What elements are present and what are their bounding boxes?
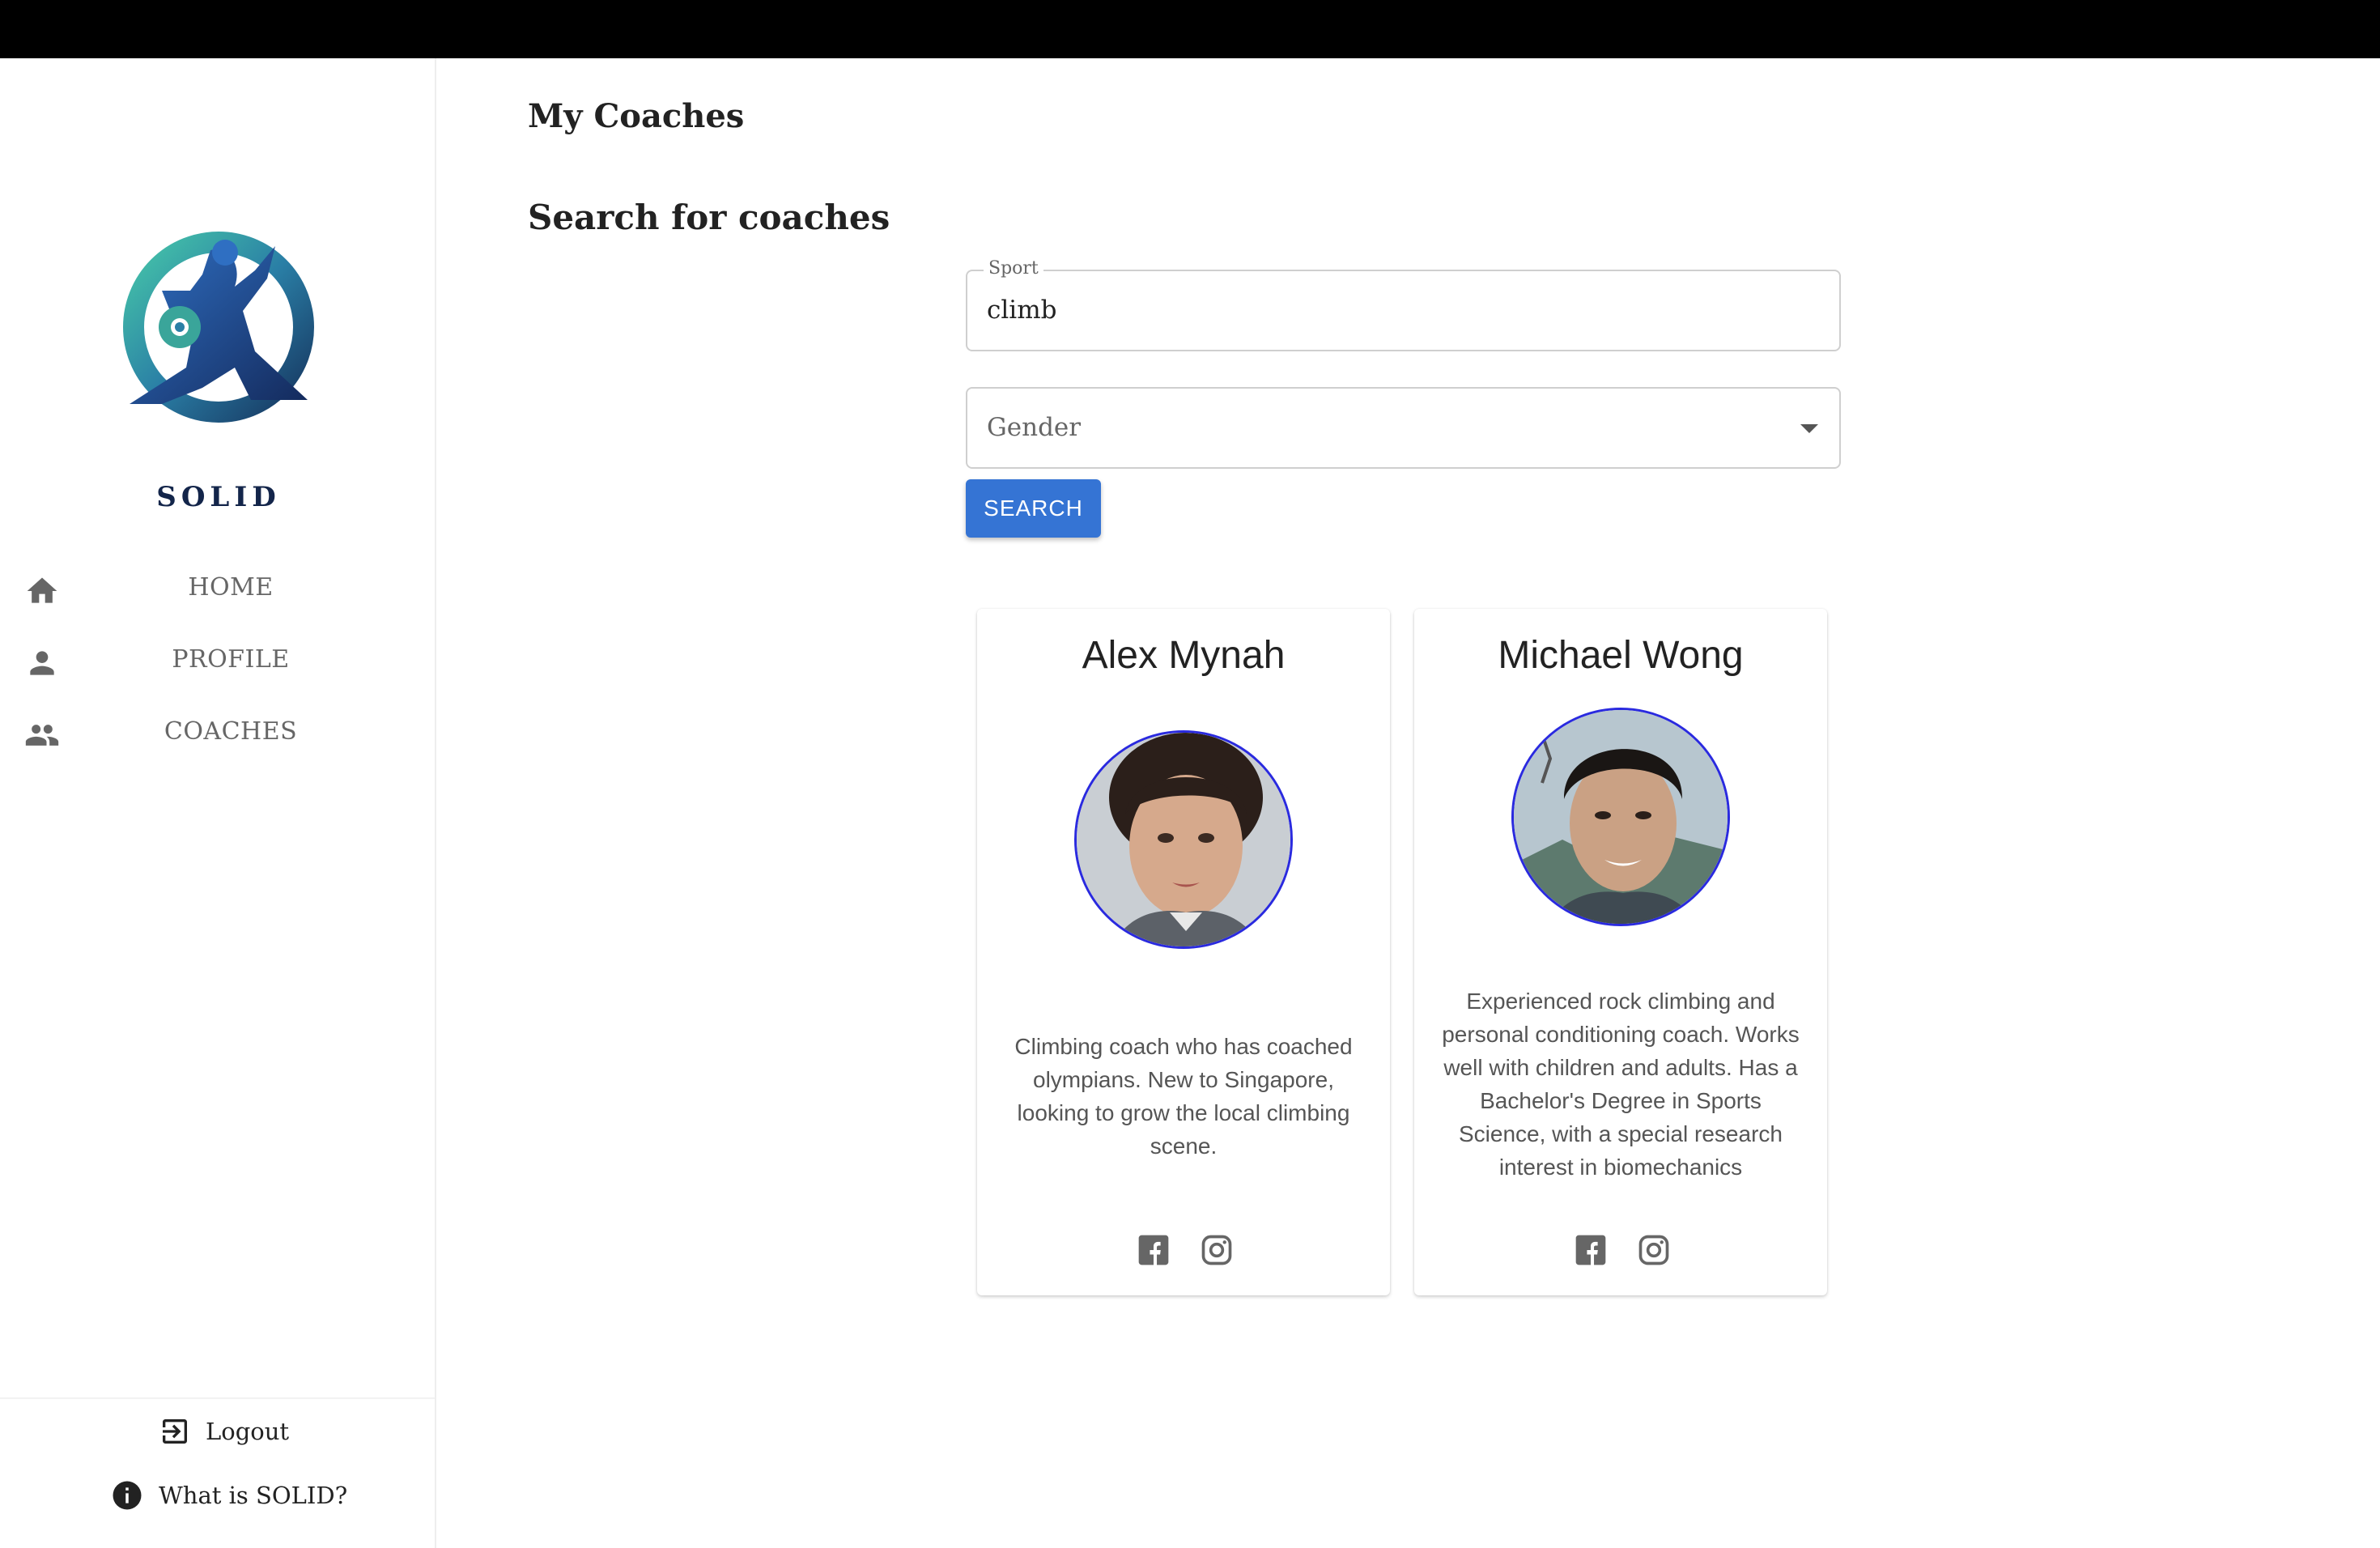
coach-avatar: [1511, 708, 1730, 926]
sidebar-item-label: PROFILE: [172, 645, 290, 674]
brand-name: SOLID: [156, 481, 281, 513]
sport-field-label: Sport: [984, 258, 1043, 279]
solid-logo: SOLID: [113, 214, 324, 521]
sidebar-item-home[interactable]: HOME: [0, 557, 436, 622]
coach-photo: [1514, 710, 1728, 924]
sport-field[interactable]: Sport: [966, 258, 1841, 351]
sidebar-item-label: HOME: [188, 573, 274, 602]
browser-top-bar: [0, 0, 2380, 58]
facebook-icon[interactable]: [1573, 1232, 1609, 1268]
sport-input[interactable]: [987, 296, 1796, 325]
sidebar-divider: [0, 1397, 435, 1399]
page-title: My Coaches: [528, 97, 745, 135]
coach-card[interactable]: Michael Wong Experienced rock climbing a…: [1414, 609, 1827, 1295]
chevron-down-icon[interactable]: [1800, 424, 1818, 433]
group-icon: [25, 725, 59, 746]
coach-avatar: [1074, 730, 1293, 949]
sidebar-item-label: COACHES: [164, 717, 298, 746]
coach-description: Climbing coach who has coached olympians…: [1014, 1034, 1353, 1159]
logout-label: Logout: [206, 1418, 290, 1445]
about-label: What is SOLID?: [159, 1482, 348, 1509]
person-icon: [30, 651, 54, 675]
sidebar-item-profile[interactable]: PROFILE: [0, 629, 436, 694]
coach-name: Michael Wong: [1498, 634, 1744, 677]
facebook-icon[interactable]: [1136, 1232, 1171, 1268]
logout-icon: [163, 1419, 187, 1444]
coach-card[interactable]: Alex Mynah Climbing coach who has coache…: [977, 609, 1390, 1295]
coach-name: Alex Mynah: [1082, 634, 1286, 677]
home-icon: [27, 577, 57, 603]
logo-figure-icon: [123, 232, 314, 423]
instagram-icon[interactable]: [1199, 1232, 1235, 1268]
gender-select[interactable]: Gender: [966, 387, 1841, 469]
search-button[interactable]: SEARCH: [966, 479, 1101, 538]
sidebar-item-coaches[interactable]: COACHES: [0, 701, 436, 766]
gender-placeholder: Gender: [987, 413, 1082, 442]
search-section-title: Search for coaches: [528, 198, 890, 237]
about-solid-link[interactable]: What is SOLID?: [0, 1474, 436, 1522]
info-icon: [113, 1481, 142, 1510]
sidebar: SOLID HOME PROFILE COACHES Logout What i…: [0, 58, 436, 1548]
instagram-icon[interactable]: [1636, 1232, 1672, 1268]
logout-button[interactable]: Logout: [0, 1410, 436, 1459]
coach-description: Experienced rock climbing and personal c…: [1442, 989, 1800, 1180]
coach-photo: [1077, 733, 1290, 946]
